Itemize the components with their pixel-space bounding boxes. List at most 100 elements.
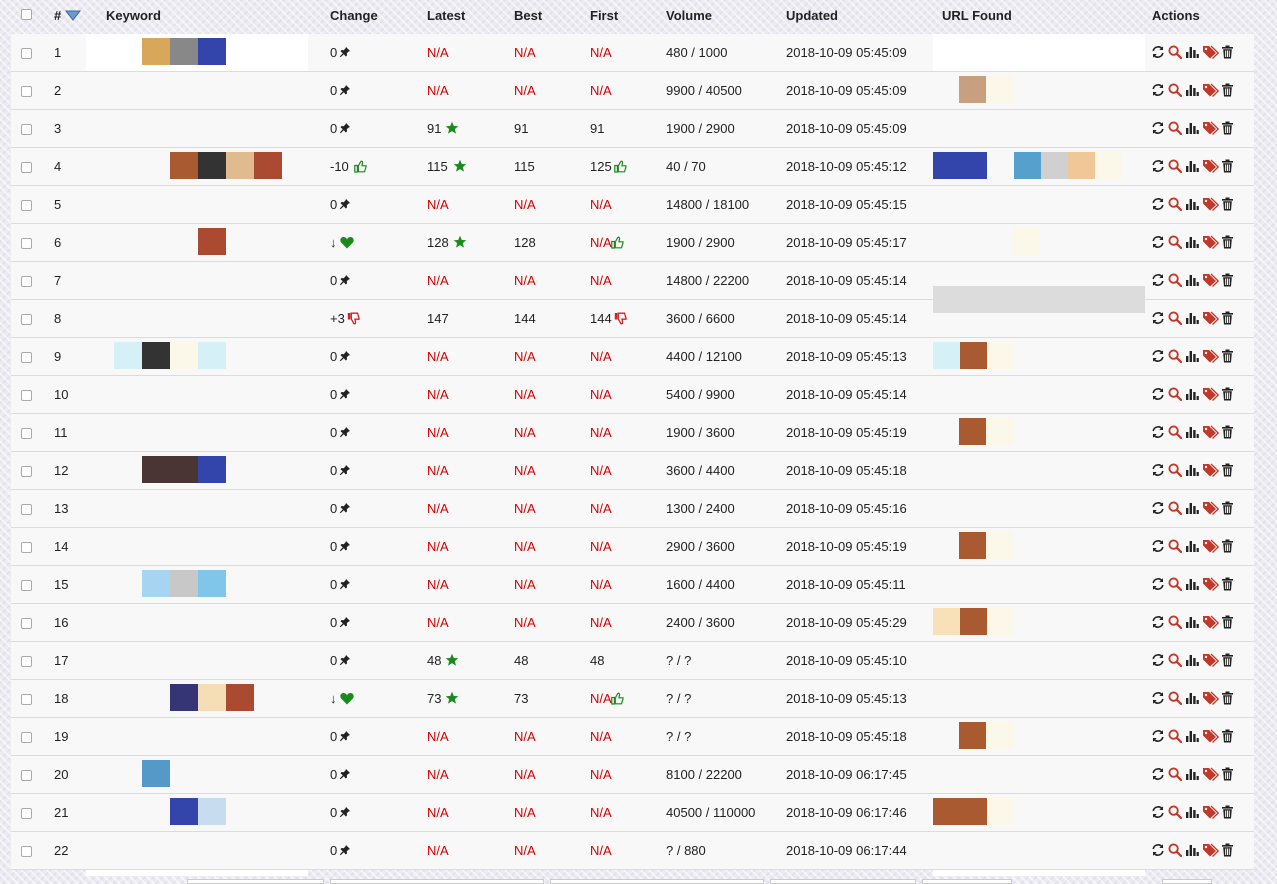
bar-chart-icon[interactable] xyxy=(1185,425,1199,442)
header-change[interactable]: Change xyxy=(330,0,378,32)
tag-icon[interactable] xyxy=(1202,843,1220,860)
bar-chart-icon[interactable] xyxy=(1185,653,1199,670)
footer-control[interactable] xyxy=(330,879,544,884)
table-row[interactable] xyxy=(11,110,1254,148)
refresh-icon[interactable] xyxy=(1151,45,1165,62)
bar-chart-icon[interactable] xyxy=(1185,387,1199,404)
trash-icon[interactable] xyxy=(1221,159,1234,176)
header-first[interactable]: First xyxy=(590,0,618,32)
table-row[interactable] xyxy=(11,490,1254,528)
bar-chart-icon[interactable] xyxy=(1185,767,1199,784)
trash-icon[interactable] xyxy=(1221,311,1234,328)
trash-icon[interactable] xyxy=(1221,501,1234,518)
bar-chart-icon[interactable] xyxy=(1185,463,1199,480)
footer-control[interactable] xyxy=(187,879,324,884)
tag-icon[interactable] xyxy=(1202,387,1220,404)
row-checkbox[interactable] xyxy=(21,732,32,743)
trash-icon[interactable] xyxy=(1221,577,1234,594)
tag-icon[interactable] xyxy=(1202,425,1220,442)
bar-chart-icon[interactable] xyxy=(1185,45,1199,62)
search-icon[interactable] xyxy=(1168,235,1183,252)
search-icon[interactable] xyxy=(1168,463,1183,480)
table-row[interactable] xyxy=(11,604,1254,642)
table-row[interactable] xyxy=(11,642,1254,680)
bar-chart-icon[interactable] xyxy=(1185,691,1199,708)
tag-icon[interactable] xyxy=(1202,615,1220,632)
bar-chart-icon[interactable] xyxy=(1185,843,1199,860)
tag-icon[interactable] xyxy=(1202,83,1220,100)
trash-icon[interactable] xyxy=(1221,387,1234,404)
trash-icon[interactable] xyxy=(1221,843,1234,860)
table-row[interactable] xyxy=(11,186,1254,224)
bar-chart-icon[interactable] xyxy=(1185,235,1199,252)
refresh-icon[interactable] xyxy=(1151,349,1165,366)
row-checkbox[interactable] xyxy=(21,428,32,439)
search-icon[interactable] xyxy=(1168,197,1183,214)
table-row[interactable] xyxy=(11,718,1254,756)
search-icon[interactable] xyxy=(1168,273,1183,290)
row-checkbox[interactable] xyxy=(21,618,32,629)
refresh-icon[interactable] xyxy=(1151,387,1165,404)
row-checkbox[interactable] xyxy=(21,656,32,667)
refresh-icon[interactable] xyxy=(1151,501,1165,518)
row-checkbox[interactable] xyxy=(21,580,32,591)
refresh-icon[interactable] xyxy=(1151,615,1165,632)
row-checkbox[interactable] xyxy=(21,48,32,59)
refresh-icon[interactable] xyxy=(1151,235,1165,252)
row-checkbox[interactable] xyxy=(21,276,32,287)
search-icon[interactable] xyxy=(1168,349,1183,366)
bar-chart-icon[interactable] xyxy=(1185,83,1199,100)
footer-control[interactable] xyxy=(550,879,764,884)
refresh-icon[interactable] xyxy=(1151,425,1165,442)
tag-icon[interactable] xyxy=(1202,653,1220,670)
trash-icon[interactable] xyxy=(1221,425,1234,442)
table-row[interactable] xyxy=(11,72,1254,110)
trash-icon[interactable] xyxy=(1221,121,1234,138)
search-icon[interactable] xyxy=(1168,387,1183,404)
table-row[interactable] xyxy=(11,756,1254,794)
row-checkbox[interactable] xyxy=(21,846,32,857)
trash-icon[interactable] xyxy=(1221,83,1234,100)
search-icon[interactable] xyxy=(1168,311,1183,328)
header-updated[interactable]: Updated xyxy=(786,0,838,32)
bar-chart-icon[interactable] xyxy=(1185,349,1199,366)
row-checkbox[interactable] xyxy=(21,238,32,249)
refresh-icon[interactable] xyxy=(1151,197,1165,214)
trash-icon[interactable] xyxy=(1221,805,1234,822)
bar-chart-icon[interactable] xyxy=(1185,311,1199,328)
table-row[interactable] xyxy=(11,832,1254,870)
search-icon[interactable] xyxy=(1168,159,1183,176)
trash-icon[interactable] xyxy=(1221,45,1234,62)
row-checkbox[interactable] xyxy=(21,200,32,211)
tag-icon[interactable] xyxy=(1202,729,1220,746)
search-icon[interactable] xyxy=(1168,45,1183,62)
sort-desc-icon[interactable] xyxy=(64,1,81,33)
row-checkbox[interactable] xyxy=(21,770,32,781)
tag-icon[interactable] xyxy=(1202,539,1220,556)
search-icon[interactable] xyxy=(1168,577,1183,594)
trash-icon[interactable] xyxy=(1221,235,1234,252)
search-icon[interactable] xyxy=(1168,615,1183,632)
bar-chart-icon[interactable] xyxy=(1185,273,1199,290)
header-url-found[interactable]: URL Found xyxy=(942,0,1012,32)
tag-icon[interactable] xyxy=(1202,159,1220,176)
refresh-icon[interactable] xyxy=(1151,729,1165,746)
header-latest[interactable]: Latest xyxy=(427,0,465,32)
search-icon[interactable] xyxy=(1168,805,1183,822)
row-checkbox[interactable] xyxy=(21,314,32,325)
footer-control[interactable] xyxy=(1162,879,1212,884)
header-keyword[interactable]: Keyword xyxy=(106,0,161,32)
row-checkbox[interactable] xyxy=(21,808,32,819)
trash-icon[interactable] xyxy=(1221,615,1234,632)
row-checkbox[interactable] xyxy=(21,352,32,363)
search-icon[interactable] xyxy=(1168,425,1183,442)
search-icon[interactable] xyxy=(1168,691,1183,708)
search-icon[interactable] xyxy=(1168,83,1183,100)
search-icon[interactable] xyxy=(1168,767,1183,784)
bar-chart-icon[interactable] xyxy=(1185,197,1199,214)
search-icon[interactable] xyxy=(1168,501,1183,518)
trash-icon[interactable] xyxy=(1221,539,1234,556)
bar-chart-icon[interactable] xyxy=(1185,805,1199,822)
row-checkbox[interactable] xyxy=(21,504,32,515)
tag-icon[interactable] xyxy=(1202,349,1220,366)
